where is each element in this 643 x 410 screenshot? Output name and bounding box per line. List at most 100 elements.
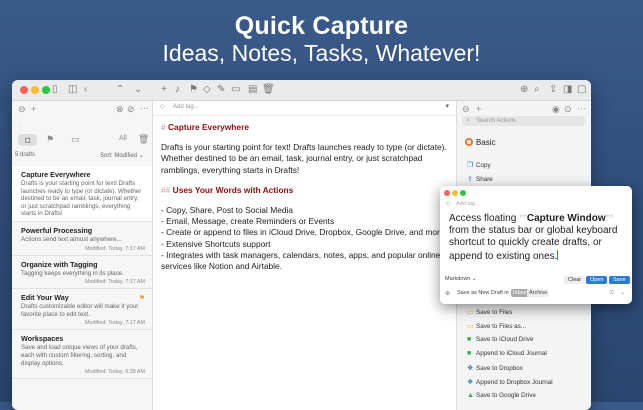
list-item[interactable]: ⚑ Edit Your Way Drafts customizable edit… xyxy=(12,289,152,331)
minimize-button[interactable] xyxy=(31,86,39,94)
drafts-list: Capture Everywhere Drafts is your starti… xyxy=(12,166,152,380)
chevron-up-icon[interactable]: ⌃ xyxy=(116,83,124,97)
markdown-hash: ## xyxy=(161,184,171,195)
add-icon[interactable]: + xyxy=(476,104,481,114)
trash-icon[interactable]: 🗑 xyxy=(262,83,275,97)
capture-text[interactable]: Access floating **Capture Window** from … xyxy=(449,213,624,263)
share-icon[interactable]: ⇪ xyxy=(549,83,557,97)
action-share[interactable]: ⇪ Share xyxy=(467,175,493,183)
panel-icon[interactable]: ◨ xyxy=(563,83,572,97)
action-save-to-files-as[interactable]: ▭ Save to Files as... xyxy=(467,322,526,330)
filter-icon[interactable]: ⊖ xyxy=(462,104,470,115)
settings-icon[interactable]: ⊙ xyxy=(564,104,572,115)
draft-title: Workspaces xyxy=(21,334,64,344)
chevron-down-icon[interactable]: ⌄ xyxy=(620,289,625,296)
syntax-menu[interactable]: Markdown ⌄ xyxy=(445,276,477,282)
bullet-item: - Extensive Shortcuts support xyxy=(161,238,271,249)
chevron-down-icon[interactable]: ⌄ xyxy=(134,83,142,97)
action-label: Save to Dropbox xyxy=(476,365,523,372)
sidebar-icon[interactable]: ▯ xyxy=(52,83,58,97)
clear-icon[interactable]: ⊘ xyxy=(127,104,135,115)
action-bar-icon[interactable]: ◉ xyxy=(552,104,560,115)
draft-preview: Actions send text almost anywhere... xyxy=(21,235,122,243)
search-icon: ⌕ xyxy=(466,117,470,124)
archive-option[interactable]: Archive xyxy=(527,289,550,297)
google-drive-icon: ▲ xyxy=(467,392,474,399)
file-icon: ▭ xyxy=(467,323,474,330)
microphone-icon[interactable]: ♪ xyxy=(175,83,180,97)
text-cursor xyxy=(557,249,559,260)
save-button[interactable]: Save xyxy=(609,276,630,284)
open-button[interactable]: Open xyxy=(586,276,608,284)
flag-icon[interactable]: ⚑ xyxy=(189,83,198,97)
zoom-icon[interactable]: ⊕ xyxy=(520,83,528,97)
trash-tab-icon: 🗑 xyxy=(138,134,150,144)
tag-icon[interactable]: ◇ xyxy=(203,83,211,97)
add-icon[interactable]: + xyxy=(31,104,36,114)
tab-trash[interactable]: 🗑 xyxy=(138,134,149,145)
draft-modified: Modified: Today, 7:17 AM xyxy=(84,320,145,327)
tag-input[interactable]: Add tag... xyxy=(456,201,480,207)
text-part: from the status bar or global keyboard s… xyxy=(449,225,618,262)
draft-count: 5 drafts xyxy=(15,152,36,158)
action-append-icloud[interactable]: ■ Append to iCloud Journal xyxy=(467,350,547,357)
editor-text[interactable]: # Capture Everywhere Drafts is your star… xyxy=(161,122,449,272)
more-icon[interactable]: ··· xyxy=(577,103,586,113)
icloud-icon: ■ xyxy=(467,350,472,357)
tab-all[interactable]: All xyxy=(119,135,127,142)
tab-archive[interactable]: ▭ xyxy=(71,134,80,145)
tag-bar[interactable]: ◇ Add tag... ▾ xyxy=(153,101,455,116)
action-label: Append to Dropbox Journal xyxy=(476,379,553,386)
inbox-icon[interactable]: ▤ xyxy=(248,83,257,97)
action-label: Save to iCloud Drive xyxy=(476,336,534,343)
list-item[interactable]: Capture Everywhere Drafts is your starti… xyxy=(12,166,152,222)
tab-flagged[interactable]: ⚑ xyxy=(46,134,54,145)
new-draft-icon[interactable]: + xyxy=(161,83,167,97)
action-append-dropbox[interactable]: ❖ Append to Dropbox Journal xyxy=(467,378,553,386)
list-item[interactable]: Workspaces Save and load unique views of… xyxy=(12,330,152,380)
tab-inbox[interactable]: ◘ xyxy=(18,134,38,146)
actions-icon[interactable]: ▢ xyxy=(577,83,586,97)
action-label: Copy xyxy=(476,162,491,169)
workspace-icon[interactable]: ⊗ xyxy=(116,104,124,115)
compose-icon[interactable]: ✎ xyxy=(217,83,225,97)
group-label: Basic xyxy=(476,138,496,147)
archive-tab-icon: ▭ xyxy=(71,134,80,144)
action-save-dropbox[interactable]: ❖ Save to Dropbox xyxy=(467,364,523,372)
more-icon[interactable]: ··· xyxy=(140,103,149,113)
syntax-label: Markdown xyxy=(445,276,471,282)
action-group-basic[interactable]: Basic xyxy=(465,138,496,147)
draft-title: Edit Your Way xyxy=(21,293,69,303)
back-icon[interactable]: ‹ xyxy=(84,83,87,97)
settings-icon[interactable]: ⊙ xyxy=(609,289,614,296)
action-save-google-drive[interactable]: ▲ Save to Google Drive xyxy=(467,392,536,399)
zoom-button[interactable] xyxy=(460,190,466,196)
list-header: 5 drafts Sort: Modified ⌄ xyxy=(12,152,152,164)
minimize-button[interactable] xyxy=(452,190,458,196)
share-icon: ⇪ xyxy=(467,176,473,183)
action-save-icloud[interactable]: ■ Save to iCloud Drive xyxy=(467,336,533,343)
inbox-option[interactable]: Inbox xyxy=(511,289,529,297)
chevron-down-icon[interactable]: ▾ xyxy=(445,102,449,110)
sort-menu[interactable]: Sort: Modified ⌄ xyxy=(100,152,144,159)
paragraph: Drafts is your starting point for text! … xyxy=(161,142,447,175)
close-button[interactable] xyxy=(444,190,450,196)
action-save-to-files[interactable]: ▭ Save to Files xyxy=(467,308,512,316)
list-item[interactable]: Organize with Tagging Tagging keeps ever… xyxy=(12,256,152,290)
tag-input[interactable]: Add tag... xyxy=(173,104,199,110)
bold-marker: ** xyxy=(519,213,527,224)
search-input[interactable]: ⌕ Search Actions xyxy=(462,116,585,126)
action-copy[interactable]: ❐ Copy xyxy=(467,161,491,169)
draft-modified: Modified: Today, 6:38 AM xyxy=(84,369,145,376)
search-icon[interactable]: ⌕ xyxy=(534,83,540,97)
bullet-item: - Copy, Share, Post to Social Media xyxy=(161,205,294,216)
save-location-label: Save as New Draft in xyxy=(457,290,509,296)
list-item[interactable]: Powerful Processing Actions send text al… xyxy=(12,222,152,256)
archive-icon[interactable]: ▭ xyxy=(231,83,240,97)
filter-icon[interactable]: ⊖ xyxy=(18,104,26,115)
clear-button[interactable]: Clear xyxy=(564,276,586,284)
close-button[interactable] xyxy=(20,86,28,94)
draft-preview: Tagging keeps everything in its place. xyxy=(21,269,124,277)
split-view-icon[interactable]: ◫ xyxy=(68,83,77,97)
zoom-button[interactable] xyxy=(42,86,50,94)
